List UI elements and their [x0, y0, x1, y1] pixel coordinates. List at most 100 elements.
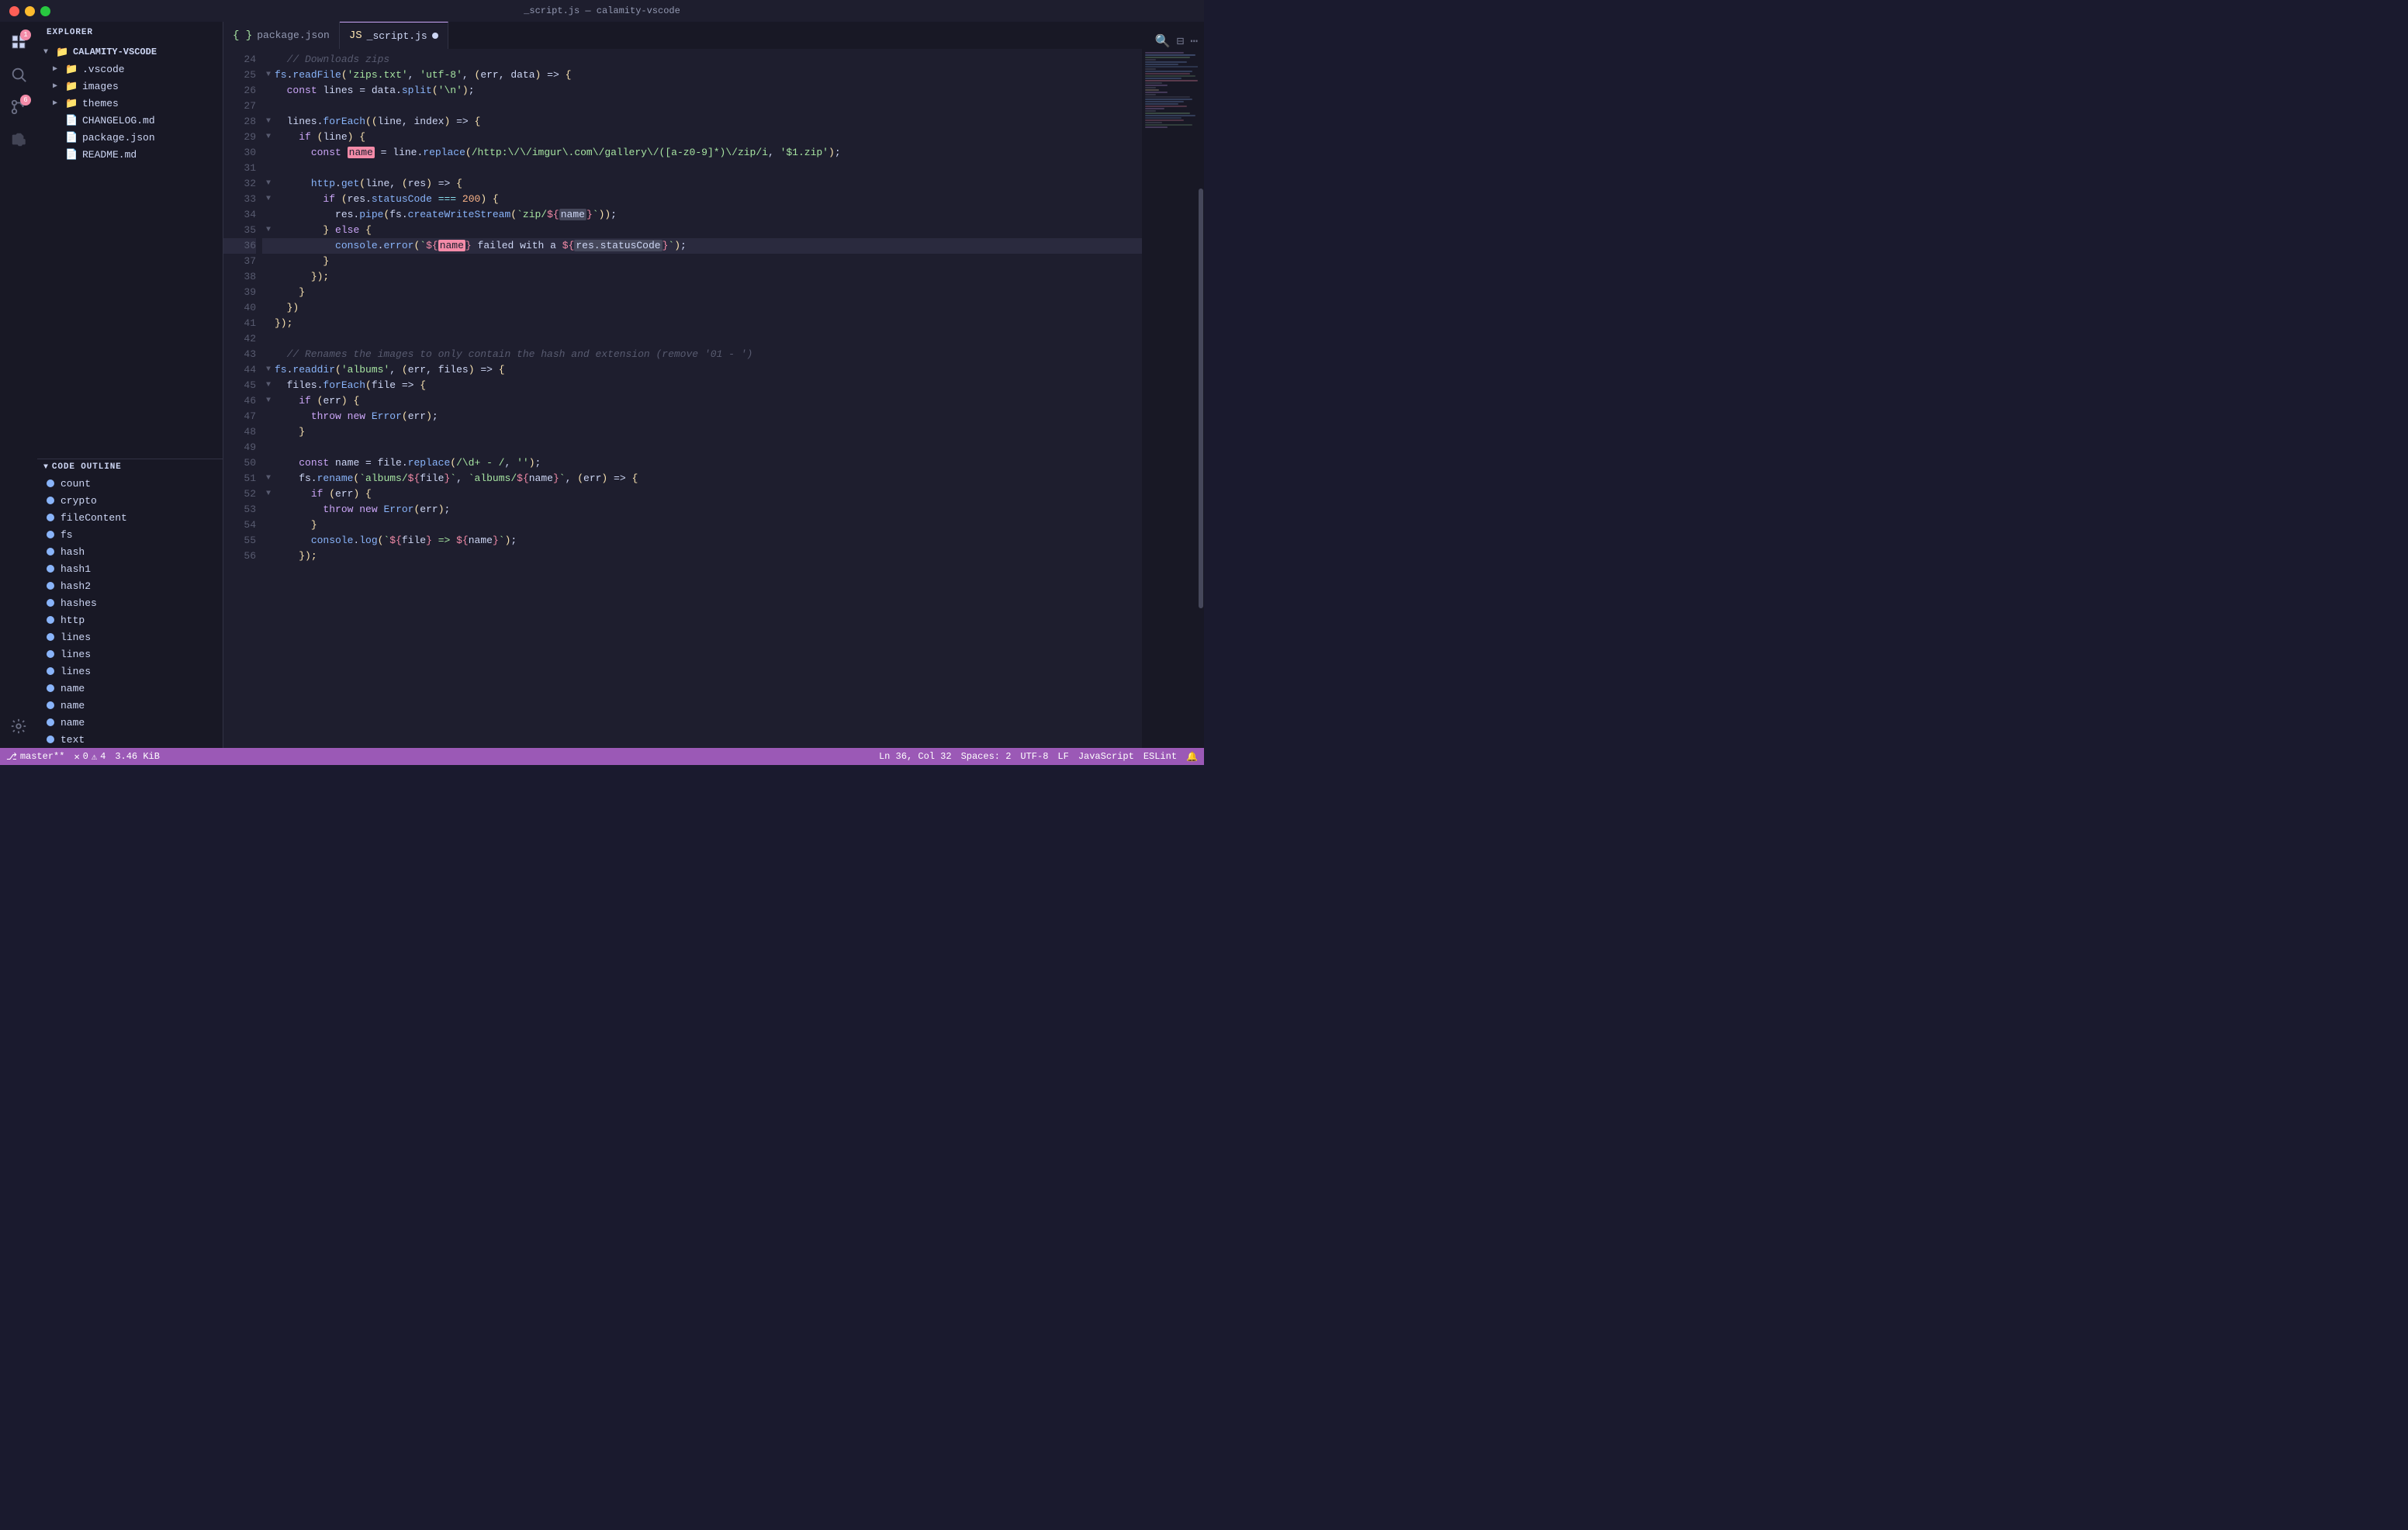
- language-label: JavaScript: [1078, 751, 1134, 762]
- scrollbar-thumb[interactable]: [1199, 189, 1203, 608]
- activity-source-control[interactable]: 6: [3, 92, 34, 123]
- mm-line: [1145, 92, 1168, 93]
- ln-44: 44: [223, 362, 256, 378]
- cursor-position[interactable]: Ln 36, Col 32: [879, 751, 952, 762]
- ln-49: 49: [223, 440, 256, 455]
- position-label: Ln 36, Col 32: [879, 751, 952, 762]
- maximize-button[interactable]: [40, 6, 50, 16]
- tree-changelog[interactable]: ▶ 📄 CHANGELOG.md: [37, 112, 223, 129]
- mm-line: [1145, 85, 1168, 86]
- code-line-41: });: [262, 316, 1142, 331]
- code-line-31: [262, 161, 1142, 176]
- tree-themes[interactable]: ▶ 📁 themes: [37, 95, 223, 112]
- scrollbar-track[interactable]: [1198, 49, 1204, 748]
- activity-explorer[interactable]: 1: [3, 26, 34, 57]
- line-endings[interactable]: LF: [1057, 751, 1068, 762]
- outline-name-2[interactable]: name: [37, 697, 223, 714]
- code-line-48: }: [262, 424, 1142, 440]
- outline-dot: [47, 701, 54, 709]
- git-branch[interactable]: ⎇ master**: [6, 751, 64, 763]
- outline-name-1[interactable]: name: [37, 680, 223, 697]
- mm-line: [1145, 112, 1190, 114]
- ln-33: 33: [223, 192, 256, 207]
- outline-dot: [47, 616, 54, 624]
- outline-lines-2[interactable]: lines: [37, 646, 223, 663]
- app-body: 1 6: [0, 22, 1204, 748]
- outline-lines-1[interactable]: lines: [37, 628, 223, 646]
- outline-http[interactable]: http: [37, 611, 223, 628]
- notifications[interactable]: 🔔: [1186, 751, 1198, 763]
- file-encoding[interactable]: UTF-8: [1020, 751, 1048, 762]
- ln-30: 30: [223, 145, 256, 161]
- code-line-27: [262, 99, 1142, 114]
- indentation[interactable]: Spaces: 2: [961, 751, 1012, 762]
- ln-39: 39: [223, 285, 256, 300]
- mm-line: [1145, 106, 1187, 107]
- ln-37: 37: [223, 254, 256, 269]
- tree-vscode[interactable]: ▶ 📁 .vscode: [37, 61, 223, 78]
- ln-32: 32: [223, 176, 256, 192]
- code-line-50: const name = file.replace(/\d+ - /, '');: [262, 455, 1142, 471]
- mm-line: [1145, 61, 1187, 63]
- tree-packagejson[interactable]: ▶ 📄 package.json: [37, 129, 223, 146]
- error-icon: ✕: [74, 751, 79, 763]
- ln-54: 54: [223, 518, 256, 533]
- tab-script[interactable]: JS _script.js: [340, 22, 448, 49]
- outline-hash2[interactable]: hash2: [37, 577, 223, 594]
- activity-search[interactable]: [3, 59, 34, 90]
- outline-fileContent-label: fileContent: [61, 512, 127, 524]
- outline-crypto[interactable]: crypto: [37, 492, 223, 509]
- code-line-43: // Renames the images to only contain th…: [262, 347, 1142, 362]
- size-label: 3.46 KiB: [115, 751, 160, 762]
- mm-line: [1145, 99, 1192, 100]
- outline-lines-3[interactable]: lines: [37, 663, 223, 680]
- outline-title[interactable]: ▼ CODE OUTLINE: [37, 459, 223, 475]
- readme-md-icon: 📄: [65, 149, 79, 161]
- more-actions-icon[interactable]: ⋯: [1190, 33, 1198, 49]
- errors: 0: [83, 751, 88, 762]
- outline-hashes[interactable]: hashes: [37, 594, 223, 611]
- code-line-39: }: [262, 285, 1142, 300]
- outline-hash[interactable]: hash: [37, 543, 223, 560]
- outline-fs[interactable]: fs: [37, 526, 223, 543]
- file-size[interactable]: 3.46 KiB: [115, 751, 160, 762]
- code-line-34: res.pipe(fs.createWriteStream(`zip/${nam…: [262, 207, 1142, 223]
- window-controls[interactable]: [9, 6, 50, 16]
- close-button[interactable]: [9, 6, 19, 16]
- minimize-button[interactable]: [25, 6, 35, 16]
- outline-hash1[interactable]: hash1: [37, 560, 223, 577]
- tab-bar: { } package.json JS _script.js 🔍 ⊟ ⋯: [223, 22, 1204, 49]
- eol-label: LF: [1057, 751, 1068, 762]
- split-editor-icon[interactable]: ⊟: [1177, 33, 1185, 49]
- outline-text[interactable]: text: [37, 731, 223, 748]
- search-toolbar-icon[interactable]: 🔍: [1155, 33, 1171, 49]
- encoding-label: UTF-8: [1020, 751, 1048, 762]
- images-label: images: [82, 81, 119, 92]
- outline-name-3[interactable]: name: [37, 714, 223, 731]
- outline-dot: [47, 650, 54, 658]
- language-mode[interactable]: JavaScript: [1078, 751, 1134, 762]
- ln-35: 35: [223, 223, 256, 238]
- tree-images[interactable]: ▶ 📁 images: [37, 78, 223, 95]
- mm-line: [1145, 124, 1192, 126]
- outline-fileContent[interactable]: fileContent: [37, 509, 223, 526]
- code-content[interactable]: // Downloads zips ▼ fs.readFile('zips.tx…: [262, 49, 1142, 748]
- expand-arrow: ▼: [43, 48, 56, 57]
- tree-readme[interactable]: ▶ 📄 README.md: [37, 146, 223, 163]
- activity-extensions[interactable]: [3, 124, 34, 155]
- mm-line: [1145, 117, 1182, 119]
- tab-packagejson[interactable]: { } package.json: [223, 22, 340, 49]
- ln-45: 45: [223, 378, 256, 393]
- mm-line: [1145, 52, 1184, 54]
- linter-status[interactable]: ESLint: [1143, 751, 1177, 762]
- minimap: [1142, 49, 1204, 748]
- code-line-33: ▼ if (res.statusCode === 200) {: [262, 192, 1142, 207]
- outline-text-label: text: [61, 734, 85, 746]
- outline-count[interactable]: count: [37, 475, 223, 492]
- outline-hash2-label: hash2: [61, 580, 91, 592]
- tree-root[interactable]: ▼ 📁 CALAMITY-VSCODE: [37, 43, 223, 61]
- activity-settings[interactable]: [3, 711, 34, 742]
- mm-line: [1145, 89, 1159, 91]
- code-line-56: });: [262, 549, 1142, 564]
- error-count[interactable]: ✕ 0 ⚠ 4: [74, 751, 106, 763]
